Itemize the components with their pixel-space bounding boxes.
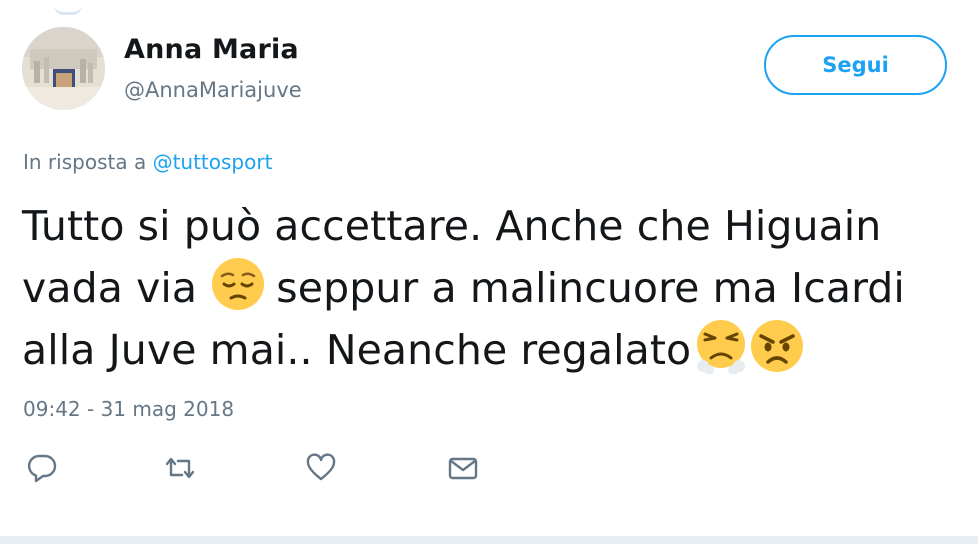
retweet-icon — [165, 457, 195, 479]
reply-button[interactable] — [25, 451, 59, 485]
reply-icon — [27, 454, 57, 483]
user-handle[interactable]: @AnnaMariajuve — [124, 78, 302, 102]
tweet-timestamp[interactable]: 09:42 - 31 mag 2018 — [23, 397, 234, 421]
tweet-fragment: vada via — [22, 264, 198, 312]
steam-from-nose-face-icon — [697, 320, 746, 374]
reply-context: In risposta a @tuttosport — [23, 150, 272, 174]
angry-face-icon — [751, 320, 804, 372]
like-icon — [306, 453, 336, 481]
like-button[interactable] — [304, 451, 338, 485]
tweet-fragment: seppur a malincuore ma Icardi — [276, 264, 905, 312]
tweet-line: Tutto si può accettare. Anche che Higuai… — [22, 202, 882, 250]
direct-message-button[interactable] — [446, 451, 480, 485]
tweet-fragment: alla Juve mai.. Neanche regalato — [22, 326, 692, 374]
user-name[interactable]: Anna Maria — [124, 34, 299, 65]
tweet-line: vada via seppur a malincuore ma Icardi — [22, 256, 952, 318]
tweet-line: alla Juve mai.. Neanche regalato — [22, 318, 952, 380]
reply-prefix: In risposta a — [23, 150, 153, 174]
thread-connector — [54, 0, 82, 15]
retweet-button[interactable] — [163, 451, 197, 485]
avatar[interactable] — [22, 27, 105, 110]
follow-button[interactable]: Segui — [764, 35, 947, 95]
direct-message-icon — [448, 457, 478, 480]
tweet-card: Anna Maria @AnnaMariajuve Segui In rispo… — [0, 0, 978, 544]
pensive-face-icon — [212, 258, 265, 310]
reply-mention-link[interactable]: @tuttosport — [153, 150, 273, 174]
card-bottom-divider — [0, 536, 978, 544]
tweet-text: Tutto si può accettare. Anche che Higuai… — [22, 196, 952, 380]
